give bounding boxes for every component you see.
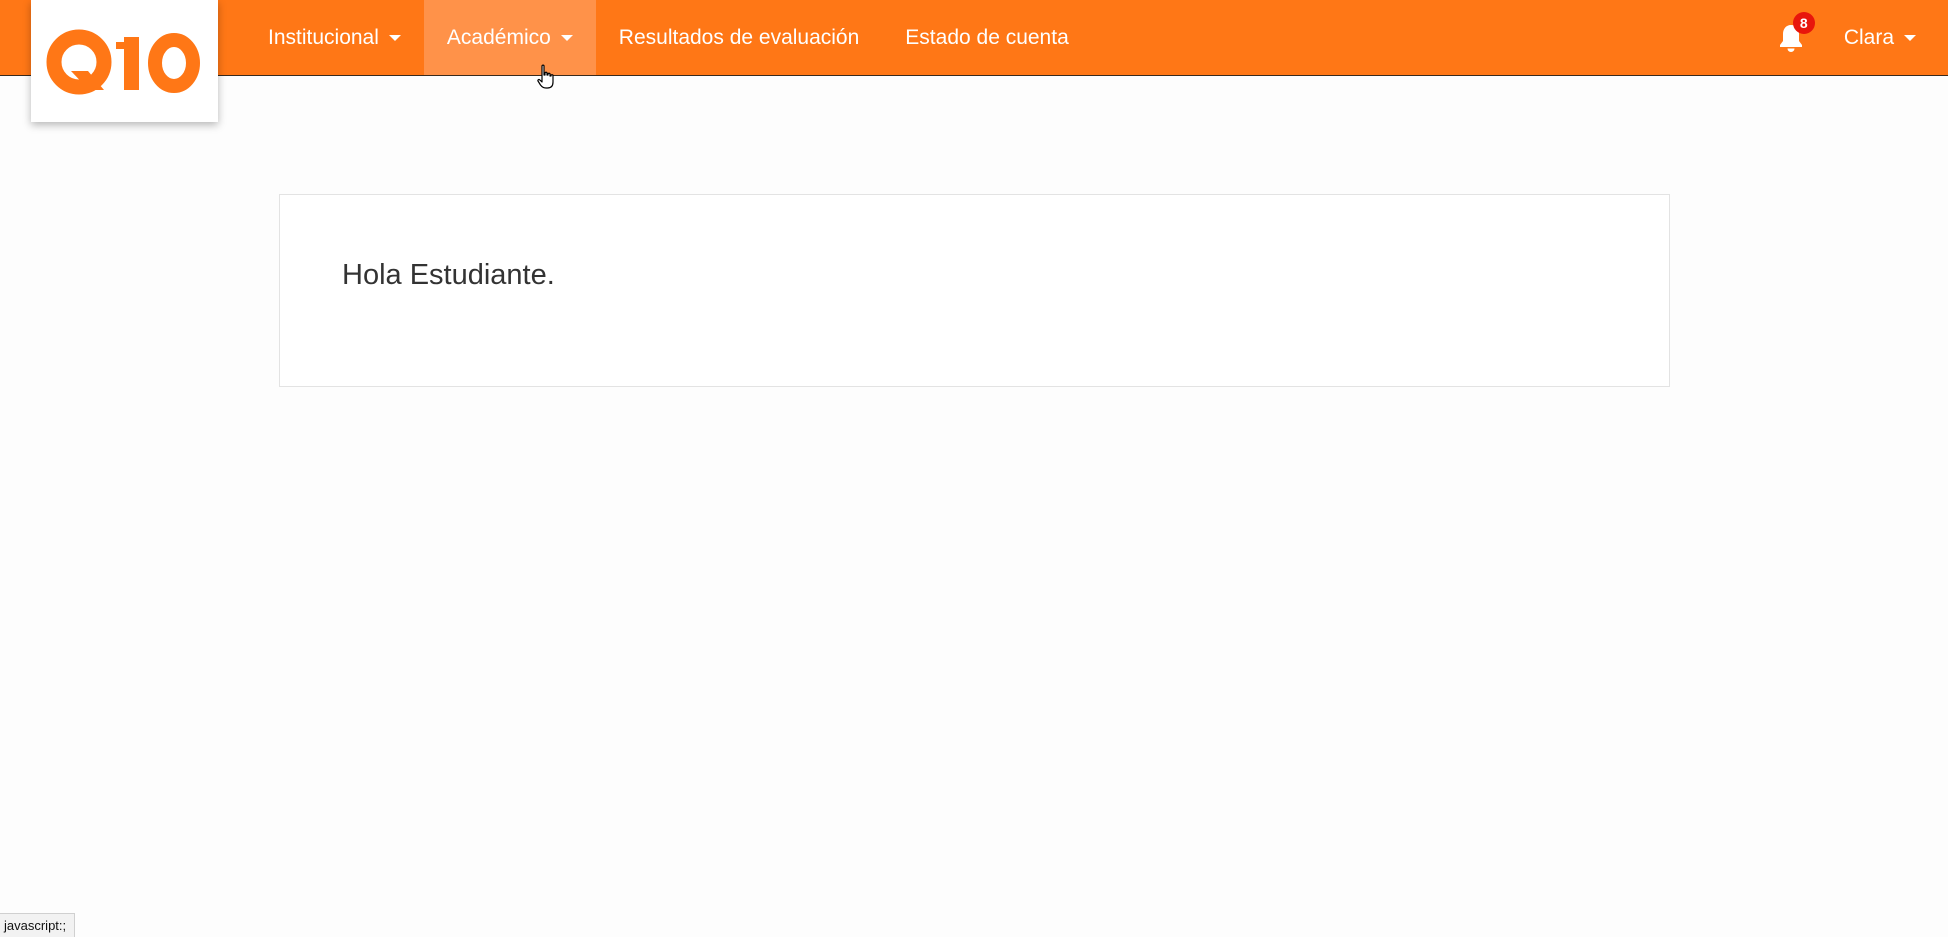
chevron-down-icon xyxy=(560,34,573,41)
navbar-right: 8 Clara xyxy=(1761,0,1948,75)
main-menu: Institucional Académico Resultados de ev… xyxy=(245,0,1092,75)
chevron-down-icon xyxy=(1904,34,1916,41)
top-navbar: Institucional Académico Resultados de ev… xyxy=(0,0,1948,122)
q10-logo[interactable] xyxy=(31,0,218,122)
greeting-text: Hola Estudiante. xyxy=(342,259,555,291)
browser-status-bar: javascript:; xyxy=(0,913,76,937)
user-menu[interactable]: Clara xyxy=(1821,26,1948,50)
nav-resultados-evaluacion-label: Resultados de evaluación xyxy=(618,25,860,49)
nav-institucional-label: Institucional xyxy=(268,25,379,49)
nav-estado-cuenta-label: Estado de cuenta xyxy=(905,25,1069,49)
nav-academico-label: Académico xyxy=(446,25,551,49)
nav-institucional[interactable]: Institucional xyxy=(245,0,424,75)
status-bar-url: javascript:; xyxy=(4,918,67,933)
nav-estado-cuenta[interactable]: Estado de cuenta xyxy=(882,0,1091,75)
hand-pointer-cursor-icon xyxy=(537,64,554,89)
q10-logo-mark xyxy=(46,29,200,95)
user-name: Clara xyxy=(1843,25,1894,49)
chevron-down-icon xyxy=(388,34,401,41)
notifications-button[interactable]: 8 xyxy=(1761,0,1821,75)
notification-count-badge: 8 xyxy=(1792,12,1815,34)
nav-resultados-evaluacion[interactable]: Resultados de evaluación xyxy=(596,0,883,75)
nav-academico[interactable]: Académico xyxy=(423,0,596,75)
welcome-panel: Hola Estudiante. xyxy=(279,194,1670,387)
